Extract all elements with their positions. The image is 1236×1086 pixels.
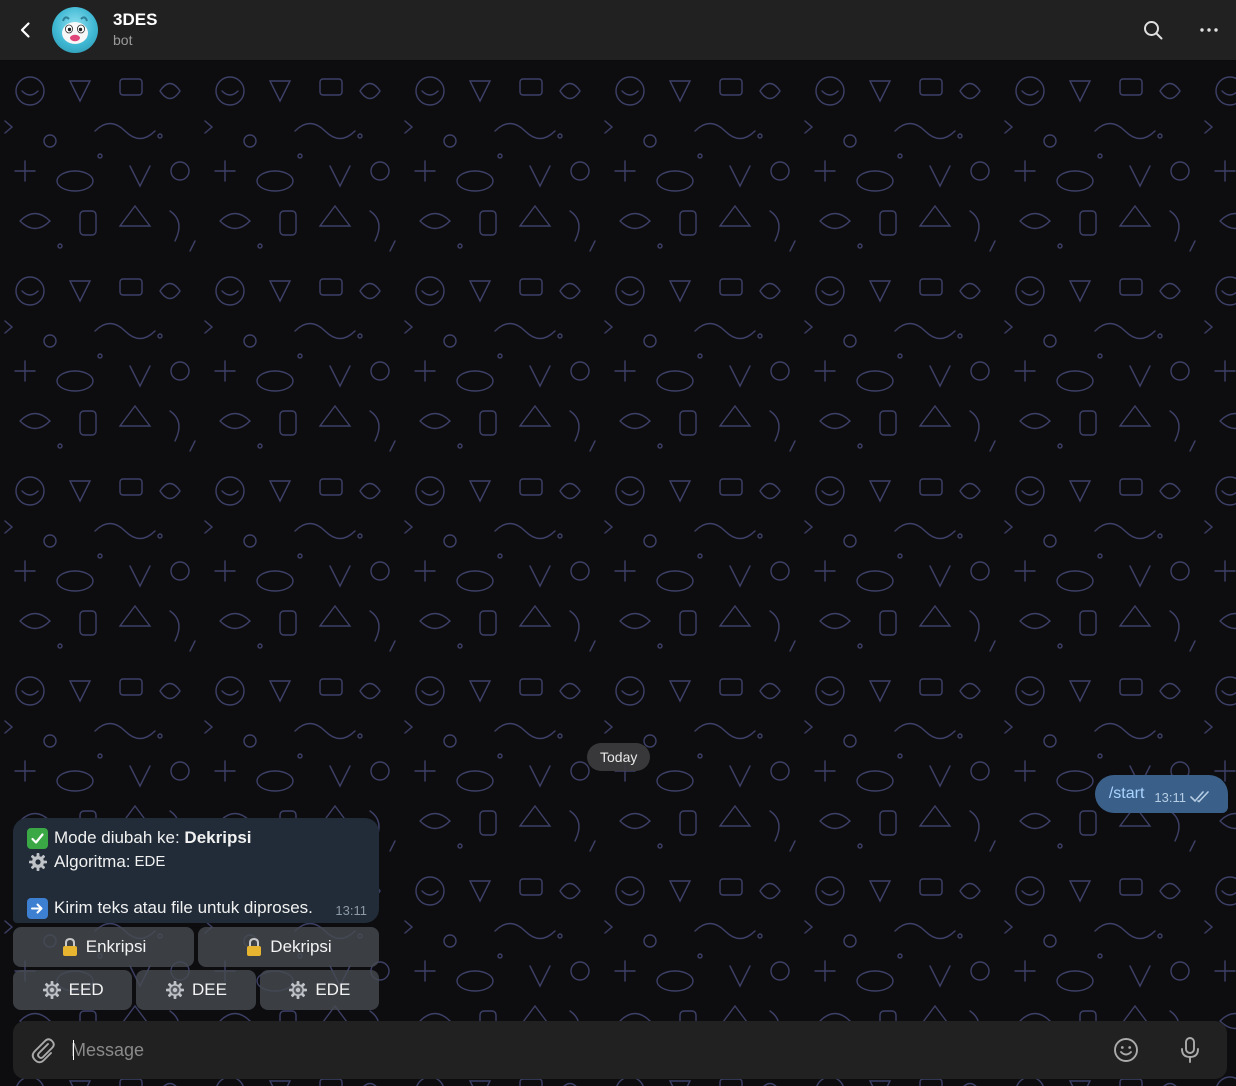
search-button[interactable] [1132,9,1174,51]
inline-keyboard-row-algorithm: EED DEE EDE [13,970,379,1010]
chat-subtitle: bot [113,32,133,48]
message-line-instruction: Kirim teks atau file untuk diproses. [27,896,365,920]
search-icon [1144,21,1163,40]
attach-button[interactable] [25,1032,61,1068]
chat-title: 3DES [113,10,158,29]
monster-avatar-icon [62,16,88,44]
text-cursor [73,1040,74,1060]
voice-record-button[interactable] [1169,1029,1211,1071]
chat-title-block[interactable]: 3DES bot [113,10,157,50]
message-command-link[interactable]: /start [1109,785,1145,803]
message-line-mode: Mode diubah ke: Dekripsi [27,826,365,850]
message-input[interactable] [61,1030,1105,1070]
more-options-button[interactable] [1188,9,1230,51]
emoji-button[interactable] [1105,1029,1147,1071]
message-time: 13:11 [1154,789,1186,805]
bot-avatar[interactable] [52,7,98,53]
arrow-right-icon [27,897,48,919]
algorithm-dee-label: DEE [192,980,227,999]
paperclip-icon [31,1038,55,1064]
header-actions [1132,9,1230,51]
mode-value: Dekripsi [184,828,252,847]
encrypt-button-label: Enkripsi [85,937,147,956]
gear-icon [166,981,184,999]
lock-icon [247,937,262,956]
gear-icon [289,981,308,999]
composer-actions [1105,1029,1211,1071]
decrypt-button[interactable]: Dekripsi [198,927,379,967]
message-composer [13,1021,1227,1079]
back-button[interactable] [0,0,52,61]
gear-icon [27,852,48,873]
telegram-chat-window: 3DES bot Today /start 13:11 Mode diubah … [0,0,1236,1086]
algorithm-value: EDE [134,853,166,870]
encrypt-button[interactable]: Enkripsi [13,927,194,967]
chat-header: 3DES bot [0,0,1236,61]
check-mark-icon [27,827,48,849]
mode-label: Mode diubah ke: [54,828,185,847]
smile-icon [1114,1038,1138,1062]
double-check-icon [1190,791,1209,803]
gear-icon [42,981,61,999]
algorithm-eed-button[interactable]: EED [13,970,133,1010]
outgoing-message[interactable]: /start 13:11 [1094,775,1228,813]
incoming-message[interactable]: Mode diubah ke: Dekripsi Algoritma: EDE … [13,818,379,923]
algorithm-eed-label: EED [68,980,104,999]
algorithm-dee-button[interactable]: DEE [136,970,256,1010]
more-horizontal-icon [1200,28,1218,32]
decrypt-button-label: Dekripsi [270,937,332,956]
microphone-icon [1181,1037,1199,1063]
algorithm-label: Algoritma: [54,852,131,871]
date-separator: Today [587,743,651,771]
chevron-left-icon [20,22,30,38]
message-list[interactable]: Today /start 13:11 Mode diubah ke: Dekri… [0,61,1236,1086]
lock-icon [62,937,77,956]
message-line-algorithm: Algoritma: EDE [27,850,365,874]
instruction-text: Kirim teks atau file untuk diproses. [54,898,313,917]
algorithm-ede-button[interactable]: EDE [259,970,379,1010]
inline-keyboard-row-mode: Enkripsi Dekripsi [13,927,379,967]
message-time: 13:11 [335,903,367,918]
algorithm-ede-label: EDE [315,980,351,999]
